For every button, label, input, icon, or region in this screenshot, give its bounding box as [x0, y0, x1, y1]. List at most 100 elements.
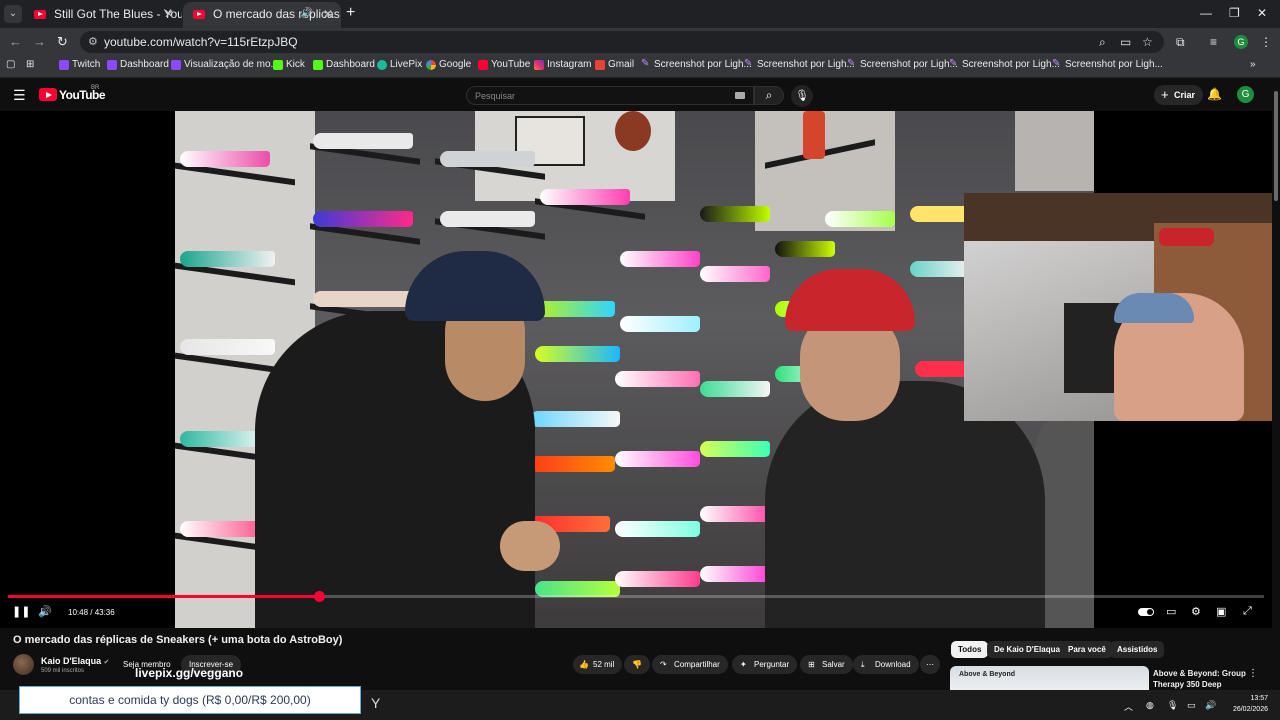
instagram-icon [534, 60, 544, 70]
twitch-icon [171, 60, 181, 70]
notifications-bell-icon[interactable]: 🔔 [1207, 87, 1222, 101]
extensions-icon[interactable]: ⧉ [1176, 35, 1185, 50]
bookmark-screenshot[interactable]: ✎ Screenshot por Ligh... [1052, 58, 1163, 70]
video-player[interactable]: ❚❚ 🔊 10:48 / 43:36 ▭ ⚙ ▣ ⤢ [0, 111, 1272, 628]
share-button[interactable]: ↷ Compartilhar [652, 655, 728, 674]
tray-chevron-icon[interactable]: ︿ [1124, 700, 1133, 713]
account-avatar[interactable]: G [1237, 86, 1254, 103]
tray-network-icon[interactable]: ▭ [1187, 700, 1196, 711]
chip-all[interactable]: Todos [951, 641, 989, 658]
browser-tab-active[interactable]: O mercado das réplicas de 🔊 ✕ [183, 2, 341, 28]
google-icon [426, 60, 436, 70]
lightshot-icon: ✎ [949, 58, 958, 69]
bookmark-star-icon[interactable]: ☆ [1142, 35, 1153, 49]
tab-search-button[interactable]: ⌄ [4, 5, 22, 23]
video-frame[interactable] [175, 111, 1094, 628]
bookmark-livepix[interactable]: LivePix [377, 59, 422, 70]
browser-tab[interactable]: Still Got The Blues - YouTube ✕ [24, 2, 182, 28]
channel-avatar[interactable] [13, 654, 34, 675]
search-box[interactable] [466, 86, 754, 105]
ask-button[interactable]: ✦ Perguntar [732, 655, 798, 674]
chip-for-you[interactable]: Para você [1061, 641, 1113, 658]
like-button[interactable]: 👍 52 mil [573, 655, 623, 674]
bookmark-folder-icon[interactable]: ▢ [6, 59, 15, 70]
chip-from-channel[interactable]: De Kaio D'Elaqua [987, 641, 1067, 658]
bookmark-gmail[interactable]: Gmail [595, 59, 634, 70]
time-display: 10:48 / 43:36 [68, 608, 115, 617]
zoom-icon[interactable]: ⌕ [1099, 35, 1106, 50]
tab-title: Still Got The Blues - YouTube [54, 7, 182, 21]
audio-playing-icon[interactable]: 🔊 [301, 2, 313, 26]
reload-icon[interactable]: ↻ [57, 34, 68, 50]
recommendation-thumbnail[interactable]: Above & Beyond [950, 666, 1149, 692]
bookmark-twitch-visualizacao[interactable]: Visualização de mo... [171, 59, 279, 70]
address-bar[interactable]: ⚙ youtube.com/watch?v=115rEtzpJBQ ⌕ ▭ ☆ [80, 31, 1164, 53]
bookmark-screenshot[interactable]: ✎ Screenshot por Ligh... [641, 58, 752, 70]
tray-app-icon[interactable]: ◍ [1146, 700, 1154, 711]
cast-icon[interactable]: ▭ [1120, 35, 1131, 49]
channel-name[interactable]: Kaio D'Elaqua ✔ [41, 656, 110, 666]
bookmark-youtube[interactable]: YouTube [478, 59, 530, 70]
download-button[interactable]: ⤓ Download [853, 655, 919, 674]
bookmark-screenshot[interactable]: ✎ Screenshot por Ligh... [744, 58, 855, 70]
sneaker [530, 411, 620, 427]
bookmark-screenshot[interactable]: ✎ Screenshot por Ligh... [847, 58, 958, 70]
bookmark-twitch[interactable]: Twitch [59, 59, 100, 70]
bookmark-kick[interactable]: Kick [273, 59, 305, 70]
voice-search-button[interactable]: 🎙 [791, 85, 813, 107]
close-tab-icon[interactable]: ✕ [323, 2, 333, 26]
create-button[interactable]: + Criar [1154, 85, 1204, 105]
menu-hamburger-icon[interactable]: ☰ [13, 87, 26, 104]
clock-date: 26/02/2026 [1232, 706, 1268, 713]
tray-mic-icon[interactable]: 🎙 [1167, 700, 1178, 711]
bookmark-screenshot[interactable]: ✎ Screenshot por Ligh... [949, 58, 1060, 70]
profile-avatar[interactable]: G [1234, 35, 1248, 49]
pause-icon[interactable]: ❚❚ [12, 605, 30, 618]
scrollbar-thumb[interactable] [1274, 91, 1278, 201]
recommendation-more-icon[interactable]: ⋮ [1248, 668, 1258, 679]
page-scrollbar[interactable] [1272, 79, 1280, 690]
back-arrow-icon[interactable]: ← [9, 34, 22, 49]
chip-watched[interactable]: Assistidos [1110, 641, 1165, 658]
fullscreen-icon[interactable]: ⤢ [1243, 605, 1252, 618]
more-menu-icon[interactable]: ⋮ [1260, 35, 1272, 49]
more-actions-button[interactable]: ⋯ [920, 655, 940, 674]
youtube-icon [478, 60, 488, 70]
theater-mode-icon[interactable]: ▣ [1216, 605, 1226, 618]
taskbar-app-icon[interactable]: Y [371, 695, 380, 711]
more-bookmarks-icon[interactable]: » [1250, 59, 1256, 70]
close-tab-icon[interactable]: ✕ [164, 2, 174, 26]
subtitles-icon[interactable]: ▭ [1166, 605, 1176, 618]
sneaker [313, 211, 413, 227]
search-button[interactable]: ⌕ [754, 86, 784, 105]
tray-volume-icon[interactable]: 🔊 [1205, 700, 1216, 711]
bookmark-twitch-dashboard[interactable]: Dashboard [107, 59, 169, 70]
progress-bar[interactable] [8, 591, 1264, 602]
autoplay-toggle[interactable] [1138, 608, 1154, 616]
bookmark-instagram[interactable]: Instagram [534, 59, 591, 70]
bookmark-kick-dashboard[interactable]: Dashboard [313, 59, 375, 70]
apps-grid-icon[interactable]: ⊞ [26, 59, 34, 70]
close-window-icon[interactable]: ✕ [1257, 6, 1267, 20]
facecam-overlay [964, 193, 1272, 421]
media-control-icon[interactable]: ≡ [1210, 35, 1217, 49]
taskbar-clock[interactable]: 13:57 26/02/2026 [1226, 693, 1268, 715]
youtube-logo-icon[interactable] [39, 88, 57, 101]
keyboard-icon[interactable] [735, 92, 745, 99]
url-text[interactable]: youtube.com/watch?v=115rEtzpJBQ [104, 35, 298, 49]
search-input[interactable] [475, 89, 725, 103]
save-playlist-icon: ⊞ [808, 660, 815, 669]
site-info-icon[interactable]: ⚙ [88, 35, 98, 48]
new-tab-button[interactable]: + [346, 4, 355, 22]
bookmark-google[interactable]: Google [426, 59, 471, 70]
restore-window-icon[interactable]: ❐ [1229, 6, 1240, 20]
dislike-button[interactable]: 👎 [624, 655, 650, 674]
sneaker [700, 381, 770, 397]
forward-arrow-icon[interactable]: → [33, 34, 46, 49]
volume-icon[interactable]: 🔊 [38, 605, 52, 618]
minimize-window-icon[interactable]: — [1200, 6, 1212, 20]
twitch-icon [59, 60, 69, 70]
settings-gear-icon[interactable]: ⚙ [1191, 605, 1201, 618]
person-left-cap [405, 251, 545, 321]
save-button[interactable]: ⊞ Salvar [800, 655, 853, 674]
